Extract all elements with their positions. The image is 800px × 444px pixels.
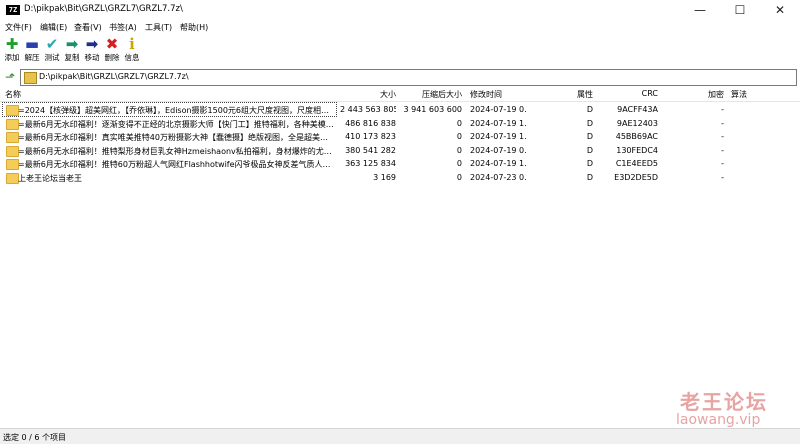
name-cell: =最新6月无水印福利！推特60万粉超人气网红Flashhotwife闪爷极品女神… xyxy=(3,157,336,170)
info-button[interactable]: i 信息 xyxy=(121,36,143,66)
column-modified[interactable]: 修改时间 xyxy=(470,89,502,100)
modified-cell: 2024-07-19 1... xyxy=(470,132,526,141)
name-cell: =2024【核弹级】超美网红，【乔依琳】，Edison摄影1500元6组大尺度视… xyxy=(2,102,337,117)
encrypted-cell: - xyxy=(721,172,724,182)
file-name: =最新6月无水印福利！真实唯美推特40万粉摄影大神【蠢德摄】绝版视图，全是超美模… xyxy=(18,133,334,142)
size-cell: 380 541 282 xyxy=(345,145,396,155)
modified-cell: 2024-07-19 0... xyxy=(470,145,526,155)
column-method[interactable]: 算法 xyxy=(731,89,747,100)
modified-cell: 2024-07-19 1... xyxy=(470,118,526,128)
packed-cell: 0 xyxy=(456,118,462,128)
archive-icon xyxy=(24,72,37,84)
packed-cell: 0 xyxy=(456,172,462,182)
name-cell: =最新6月无水印福利！推特梨形身材巨乳女神Hzmeishaonv私拍福利，身材爆… xyxy=(3,144,336,157)
packed-cell: 0 xyxy=(456,159,462,168)
info-label: 信息 xyxy=(124,53,140,62)
status-bar: 选定 0 / 6 个项目 xyxy=(0,428,800,444)
address-bar: ⬏ D:\pikpak\Bit\GRZL\GRZL7\GRZL7.7z\ xyxy=(0,68,800,86)
crc-cell: 9ACFF43A xyxy=(617,105,658,114)
modified-cell: 2024-07-23 0... xyxy=(470,172,526,182)
name-cell: =最新6月无水印福利！真实唯美推特40万粉摄影大神【蠢德摄】绝版视图，全是超美模… xyxy=(3,130,336,143)
7zip-app-icon: 7Z xyxy=(6,5,20,15)
window-title: D:\pikpak\Bit\GRZL\GRZL7\GRZL7.7z\ xyxy=(24,4,183,14)
name-cell: 上老王论坛当老王 xyxy=(3,171,336,184)
file-name: =最新6月无水印福利！推特梨形身材巨乳女神Hzmeishaonv私拍福利，身材爆… xyxy=(18,146,334,156)
table-row[interactable]: 上老王论坛当老王 3 169 0 2024-07-23 0... D E3D2D… xyxy=(0,171,800,185)
encrypted-cell: - xyxy=(721,145,724,155)
watermark-url: laowang.vip xyxy=(676,412,761,428)
table-row[interactable]: =最新6月无水印福利！推特梨形身材巨乳女神Hzmeishaonv私拍福利，身材爆… xyxy=(0,144,800,158)
column-packed-size[interactable]: 压缩后大小 xyxy=(400,89,462,100)
up-folder-icon[interactable]: ⬏ xyxy=(3,70,17,84)
attr-cell: D xyxy=(586,105,593,114)
size-cell: 486 816 838 xyxy=(345,118,396,128)
packed-cell: 0 xyxy=(456,145,462,155)
encrypted-cell: - xyxy=(721,132,724,141)
file-list: 名称 大小 压缩后大小 修改时间 属性 CRC 加密 算法 =2024【核弹级】… xyxy=(0,87,800,427)
file-name: 上老王论坛当老王 xyxy=(18,173,82,183)
crc-cell: 45BB69AC xyxy=(615,132,658,141)
column-name[interactable]: 名称 xyxy=(5,89,21,100)
watermark-title: 老王论坛 xyxy=(680,390,768,414)
encrypted-cell: - xyxy=(721,118,724,128)
name-cell: =最新6月无水印福利！逐渐变得不正经的北京摄影大师【快门工】推特福利，各种美模露… xyxy=(3,117,336,130)
move-icon: ➡ xyxy=(85,35,99,53)
packed-cell: 3 941 603 600 xyxy=(403,105,462,114)
table-row[interactable]: =最新6月无水印福利！推特60万粉超人气网红Flashhotwife闪爷极品女神… xyxy=(0,157,800,171)
close-button[interactable]: ✕ xyxy=(760,0,800,20)
list-header: 名称 大小 压缩后大小 修改时间 属性 CRC 加密 算法 xyxy=(0,87,800,102)
column-size[interactable]: 大小 xyxy=(340,89,396,100)
modified-cell: 2024-07-19 1... xyxy=(470,159,526,168)
file-name: =2024【核弹级】超美网红，【乔依琳】，Edison摄影1500元6组大尺度视… xyxy=(18,106,334,115)
copy-icon: ➡ xyxy=(65,35,79,53)
crc-cell: 9AE12403 xyxy=(616,118,658,128)
menu-file[interactable]: 文件(F) xyxy=(5,22,32,33)
address-input[interactable]: D:\pikpak\Bit\GRZL\GRZL7\GRZL7.7z\ xyxy=(20,69,797,86)
attr-cell: D xyxy=(586,145,593,155)
encrypted-cell: - xyxy=(721,159,724,168)
menu-bar: 文件(F) 编辑(E) 查看(V) 书签(A) 工具(T) 帮助(H) xyxy=(0,20,800,34)
attr-cell: D xyxy=(586,159,593,168)
attr-cell: D xyxy=(586,132,593,141)
crc-cell: E3D2DE5D xyxy=(614,172,658,182)
size-cell: 363 125 834 xyxy=(345,159,396,168)
menu-tools[interactable]: 工具(T) xyxy=(145,22,172,33)
maximize-button[interactable]: ☐ xyxy=(720,0,760,20)
modified-cell: 2024-07-19 0... xyxy=(470,105,526,114)
title-bar: 7Z D:\pikpak\Bit\GRZL\GRZL7\GRZL7.7z\ — … xyxy=(0,0,800,20)
table-row[interactable]: =最新6月无水印福利！逐渐变得不正经的北京摄影大师【快门工】推特福利，各种美模露… xyxy=(0,117,800,131)
attr-cell: D xyxy=(586,118,593,128)
menu-help[interactable]: 帮助(H) xyxy=(180,22,208,33)
file-name: =最新6月无水印福利！推特60万粉超人气网红Flashhotwife闪爷极品女神… xyxy=(18,160,334,169)
table-row[interactable]: =最新6月无水印福利！真实唯美推特40万粉摄影大神【蠢德摄】绝版视图，全是超美模… xyxy=(0,130,800,144)
column-attributes[interactable]: 属性 xyxy=(560,89,593,100)
extract-icon: ▬ xyxy=(24,35,40,53)
column-encrypted[interactable]: 加密 xyxy=(690,89,724,100)
address-path: D:\pikpak\Bit\GRZL\GRZL7\GRZL7.7z\ xyxy=(39,72,189,81)
size-cell: 410 173 823 xyxy=(345,132,396,141)
selection-status: 选定 0 / 6 个项目 xyxy=(3,433,67,442)
menu-edit[interactable]: 编辑(E) xyxy=(40,22,67,33)
toolbar: ✚ 添加 ▬ 解压 ✔ 测试 ➡ 复制 ➡ 移动 ✖ 删除 i 信息 xyxy=(0,34,800,66)
crc-cell: 130FEDC4 xyxy=(616,145,658,155)
crc-cell: C1E4EED5 xyxy=(615,159,658,168)
delete-icon: ✖ xyxy=(105,35,119,53)
file-name: =最新6月无水印福利！逐渐变得不正经的北京摄影大师【快门工】推特福利，各种美模露… xyxy=(18,119,334,129)
add-icon: ✚ xyxy=(5,35,19,53)
table-row[interactable]: =2024【核弹级】超美网红，【乔依琳】，Edison摄影1500元6组大尺度视… xyxy=(0,102,800,117)
column-crc[interactable]: CRC xyxy=(620,89,658,98)
minimize-button[interactable]: — xyxy=(680,0,720,20)
size-cell: 2 443 563 805 xyxy=(340,105,396,114)
packed-cell: 0 xyxy=(456,132,462,141)
encrypted-cell: - xyxy=(721,105,724,114)
menu-bookmarks[interactable]: 书签(A) xyxy=(109,22,137,33)
info-icon: i xyxy=(129,35,135,53)
test-icon: ✔ xyxy=(45,35,59,53)
menu-view[interactable]: 查看(V) xyxy=(74,22,102,33)
attr-cell: D xyxy=(586,172,593,182)
size-cell: 3 169 xyxy=(373,172,396,182)
